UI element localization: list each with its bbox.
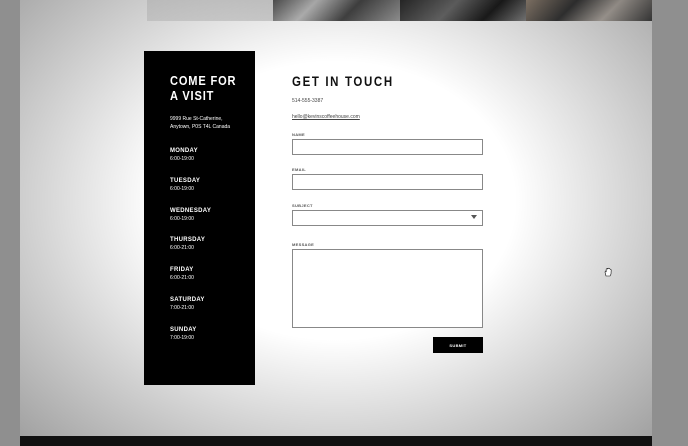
hours-row: TUESDAY 6:00-19:00: [170, 178, 255, 208]
subject-label: SUBJECT: [292, 203, 313, 208]
gallery-photo[interactable]: [525, 0, 652, 21]
left-margin: [0, 0, 20, 446]
day-name: THURSDAY: [170, 237, 206, 244]
visit-title-line1: COME FOR: [170, 73, 237, 88]
hand-cursor-icon: [604, 267, 612, 277]
day-time: 7:00-21:00: [170, 304, 194, 311]
gallery-photo[interactable]: [273, 0, 400, 21]
subject-select[interactable]: [292, 210, 483, 226]
name-label: NAME: [292, 132, 305, 137]
visit-title: COME FOR A VISIT: [170, 73, 238, 103]
message-textarea[interactable]: [292, 249, 483, 328]
day-name: FRIDAY: [170, 267, 194, 274]
address: 9999 Rue St-Catherine, Anytown, P0S T4L …: [170, 116, 231, 130]
hours-row: FRIDAY 6:00-21:00: [170, 267, 255, 297]
day-time: 6:00-19:00: [170, 185, 194, 192]
hours-row: SATURDAY 7:00-21:00: [170, 297, 255, 327]
day-time: 6:00-19:00: [170, 156, 194, 162]
visit-title-line2: A VISIT: [170, 88, 215, 103]
day-time: 7:00-19:00: [170, 334, 194, 341]
phone-number[interactable]: 514-555-3387: [292, 98, 484, 104]
day-name: SUNDAY: [170, 326, 197, 333]
photo-gallery-strip: [147, 0, 652, 21]
gallery-photo[interactable]: [147, 0, 274, 21]
chevron-down-icon: [471, 215, 477, 219]
hours-row: SUNDAY 7:00-19:00: [170, 327, 255, 357]
right-margin: [652, 0, 688, 446]
email-label: EMAIL: [292, 167, 306, 172]
day-name: TUESDAY: [170, 177, 201, 184]
day-time: 6:00-19:00: [170, 215, 194, 222]
message-label: MESSAGE: [292, 242, 315, 247]
contact-title: GET IN TOUCH: [292, 73, 394, 89]
email-link[interactable]: hello@kevinscoffeehouse.com: [292, 114, 484, 120]
name-field[interactable]: [292, 139, 483, 155]
opening-hours: MONDAY 6:00-19:00 TUESDAY 6:00-19:00 WEDNE…: [170, 148, 255, 357]
hours-row: THURSDAY 6:00-21:00: [170, 237, 255, 267]
submit-button[interactable]: SUBMIT: [433, 337, 483, 353]
hours-row: MONDAY 6:00-19:00: [170, 148, 255, 178]
day-name: WEDNESDAY: [170, 207, 212, 214]
hours-row: WEDNESDAY 6:00-19:00: [170, 208, 255, 238]
day-name: MONDAY: [170, 148, 198, 154]
day-time: 6:00-21:00: [170, 275, 194, 282]
day-time: 6:00-21:00: [170, 245, 194, 252]
footer-bar: [20, 436, 652, 446]
gallery-photo[interactable]: [399, 0, 526, 21]
day-name: SATURDAY: [170, 296, 205, 303]
email-field[interactable]: [292, 174, 483, 190]
visit-info-panel: COME FOR A VISIT 9999 Rue St-Catherine, …: [144, 51, 255, 385]
contact-section: GET IN TOUCH 514-555-3387 hello@kevinsco…: [292, 73, 484, 353]
